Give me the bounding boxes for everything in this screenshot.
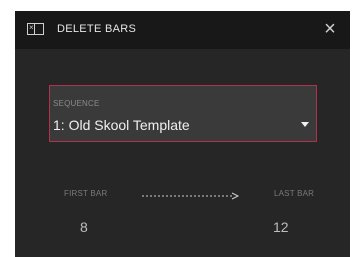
window-x-icon: × [27, 23, 44, 35]
last-bar-label: LAST BAR [274, 189, 315, 198]
sequence-select[interactable]: SEQUENCE 1: Old Skool Template [49, 85, 317, 142]
dialog-title: DELETE BARS [57, 23, 137, 35]
caret-down-icon [301, 122, 309, 127]
first-bar-value[interactable]: 8 [80, 219, 88, 235]
first-bar-label: FIRST BAR [64, 189, 108, 198]
title-bar: × DELETE BARS × [15, 11, 350, 49]
sequence-label: SEQUENCE [53, 99, 100, 108]
sequence-value: 1: Old Skool Template [53, 117, 190, 133]
last-bar-value[interactable]: 12 [273, 219, 289, 235]
close-button[interactable]: × [320, 18, 340, 40]
dotted-arrow-right-icon [142, 192, 240, 200]
delete-bars-dialog: × DELETE BARS × SEQUENCE 1: Old Skool Te… [15, 11, 350, 257]
